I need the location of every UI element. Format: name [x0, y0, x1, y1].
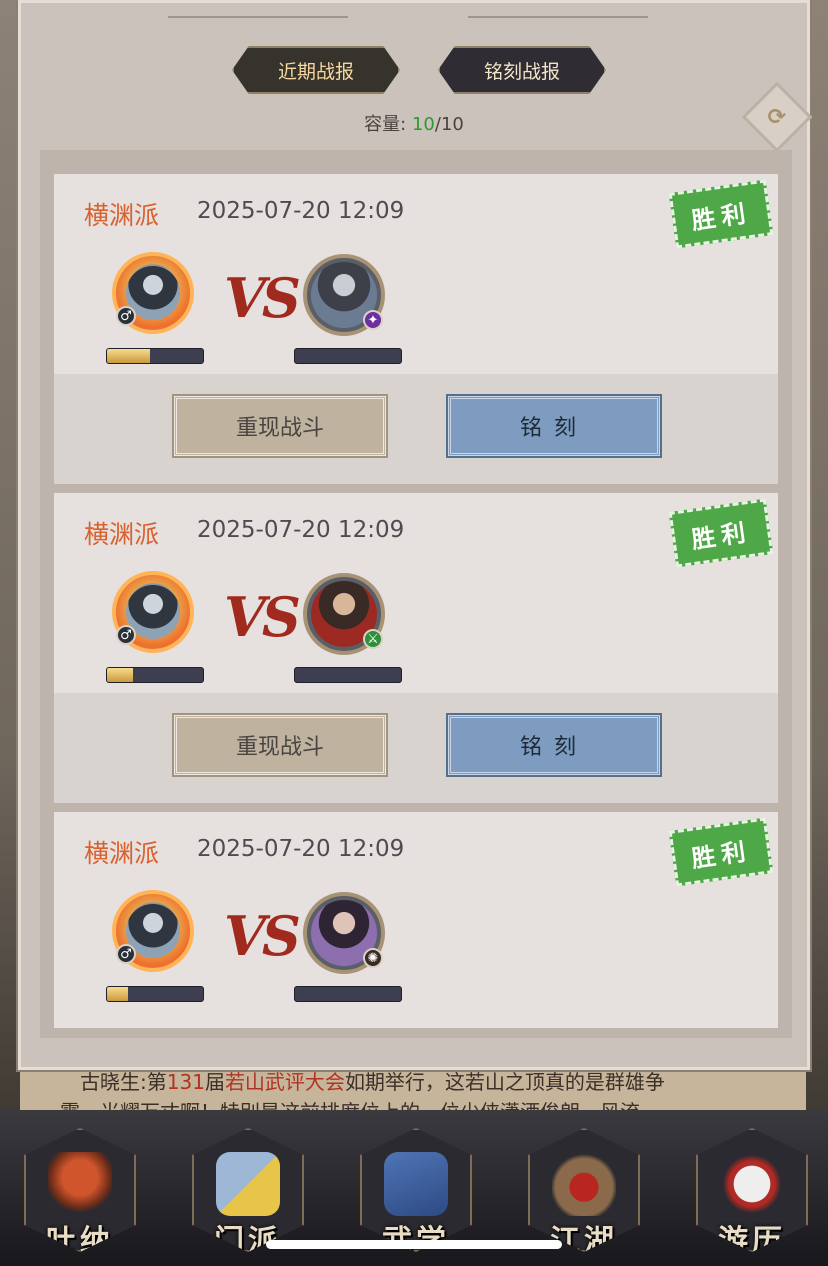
opponent-progress-bar	[294, 348, 402, 364]
sect-badge-icon: ⚔	[363, 629, 383, 649]
player-progress-bar	[106, 348, 204, 364]
vs-emblem: VS	[224, 585, 301, 649]
straw-hat-icon	[552, 1152, 616, 1216]
engrave-button[interactable]: 铭刻	[446, 713, 662, 777]
progress-fill	[107, 987, 129, 1001]
opponent-avatar[interactable]: ⚔	[303, 573, 385, 655]
tab-recent-reports[interactable]: 近期战报	[232, 46, 400, 94]
male-icon: ♂	[116, 306, 136, 326]
vs-emblem: VS	[224, 266, 301, 330]
tab-engraved-reports[interactable]: 铭刻战报	[438, 46, 606, 94]
meditation-icon	[48, 1152, 112, 1216]
male-icon: ♂	[116, 944, 136, 964]
player-avatar[interactable]: ♂	[112, 571, 194, 653]
battle-report-panel: 近期战报 铭刻战报 容量: 10/10 ⟳ 横渊派 2025-07-20 12:…	[16, 0, 813, 1072]
sect-name: 横渊派	[84, 520, 160, 549]
opponent-avatar[interactable]: ✦	[303, 254, 385, 336]
divider-ornament-right	[468, 6, 648, 18]
report-card: 横渊派 2025-07-20 12:09 胜利 ♂ VS ✦ 重现战斗 铭刻	[54, 174, 778, 484]
nav-martial-arts[interactable]: 武学	[360, 1128, 472, 1252]
report-list[interactable]: 横渊派 2025-07-20 12:09 胜利 ♂ VS ✦ 重现战斗 铭刻 横…	[40, 150, 792, 1038]
report-card: 横渊派 2025-07-20 12:09 胜利 ♂ VS ⚔ 重现战斗 铭刻	[54, 493, 778, 803]
player-avatar[interactable]: ♂	[112, 252, 194, 334]
progress-fill	[107, 349, 151, 363]
sect-name: 横渊派	[84, 201, 160, 230]
male-icon: ♂	[116, 625, 136, 645]
nav-sect[interactable]: 门派	[192, 1128, 304, 1252]
scroll-book-icon	[384, 1152, 448, 1216]
vs-emblem: VS	[224, 904, 301, 968]
sect-flag-icon	[216, 1152, 280, 1216]
sect-badge-icon: ✦	[363, 310, 383, 330]
victory-stamp: 胜利	[668, 498, 774, 568]
report-card: 横渊派 2025-07-20 12:09 胜利 ♂ VS ✺	[54, 812, 778, 1028]
nav-travel[interactable]: 游历	[696, 1128, 808, 1252]
card-actions: 重现战斗 铭刻	[54, 374, 778, 484]
victory-stamp: 胜利	[668, 817, 774, 887]
victory-stamp: 胜利	[668, 179, 774, 249]
report-time: 2025-07-20 12:09	[197, 836, 405, 862]
horse-icon	[720, 1152, 784, 1216]
refresh-button[interactable]: ⟳	[741, 81, 813, 153]
replay-battle-button[interactable]: 重现战斗	[172, 394, 388, 458]
card-actions: 重现战斗 铭刻	[54, 693, 778, 803]
sect-name: 横渊派	[84, 839, 160, 868]
report-time: 2025-07-20 12:09	[197, 198, 405, 224]
home-indicator[interactable]	[266, 1240, 562, 1249]
player-progress-bar	[106, 986, 204, 1002]
player-progress-bar	[106, 667, 204, 683]
refresh-icon: ⟳	[767, 104, 787, 130]
player-avatar[interactable]: ♂	[112, 890, 194, 972]
replay-battle-button[interactable]: 重现战斗	[172, 713, 388, 777]
divider-ornament-left	[168, 6, 348, 18]
progress-fill	[107, 668, 133, 682]
capacity-indicator: 容量: 10/10	[364, 114, 464, 135]
opponent-avatar[interactable]: ✺	[303, 892, 385, 974]
report-time: 2025-07-20 12:09	[197, 517, 405, 543]
nav-tuna[interactable]: 吐纳	[24, 1128, 136, 1252]
engrave-button[interactable]: 铭刻	[446, 394, 662, 458]
sect-badge-icon: ✺	[363, 948, 383, 968]
opponent-progress-bar	[294, 986, 402, 1002]
opponent-progress-bar	[294, 667, 402, 683]
nav-jianghu[interactable]: 江湖	[528, 1128, 640, 1252]
